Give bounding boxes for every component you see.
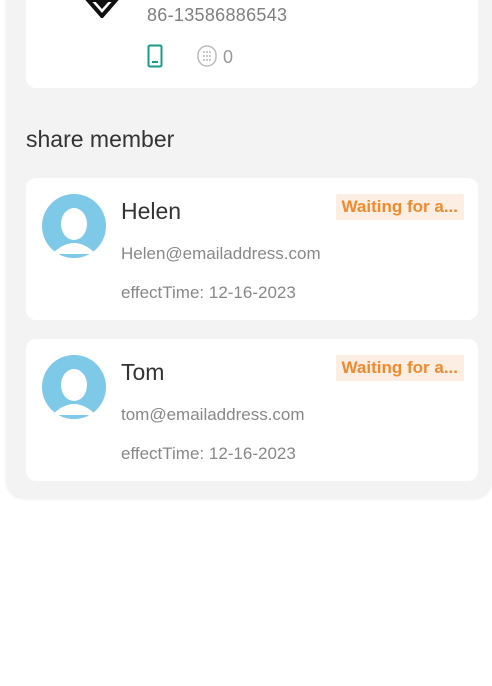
phone-icon[interactable] <box>147 44 163 68</box>
member-email: tom@emailaddress.com <box>121 405 305 424</box>
member-effect-time: effectTime: 12-16-2023 <box>121 444 296 463</box>
member-name: Helen <box>121 198 182 224</box>
device-card[interactable]: 86-13586886543 0 <box>26 0 478 88</box>
member-email: Helen@emailaddress.com <box>121 244 321 263</box>
keypad-count: 0 <box>223 47 234 67</box>
keypad-icon[interactable] <box>197 45 217 67</box>
avatar <box>42 355 106 419</box>
status-badge: Waiting for a... <box>335 355 464 381</box>
device-logo-icon <box>85 0 119 18</box>
device-phone-number: 86-13586886543 <box>147 5 288 25</box>
member-name: Tom <box>121 359 165 385</box>
member-card[interactable]: Helen Helen@emailaddress.com effectTime:… <box>26 178 478 320</box>
share-member-title: share member <box>26 126 175 152</box>
avatar <box>42 194 106 258</box>
status-badge: Waiting for a... <box>335 194 464 220</box>
member-effect-time: effectTime: 12-16-2023 <box>121 283 296 302</box>
member-card[interactable]: Tom tom@emailaddress.com effectTime: 12-… <box>26 339 478 481</box>
